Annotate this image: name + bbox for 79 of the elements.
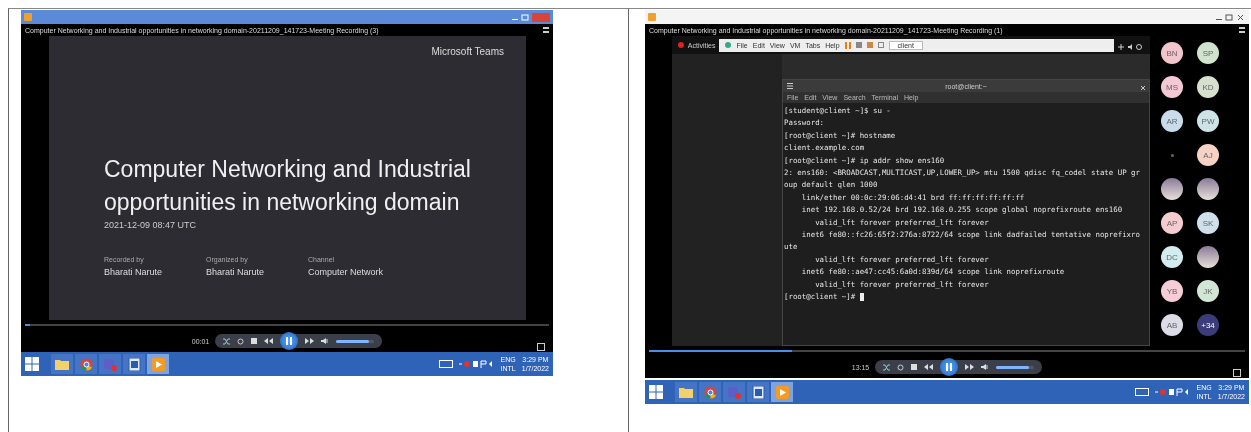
pause-icon	[286, 337, 293, 345]
play-icon	[151, 357, 165, 371]
previous-icon[interactable]	[264, 338, 274, 344]
meta-value: Bharati Narute	[206, 266, 266, 277]
folder-icon	[679, 386, 693, 398]
pause-button[interactable]	[940, 358, 959, 376]
photo-placeholder	[1197, 246, 1219, 268]
tray-icons	[458, 360, 495, 368]
volume-slider[interactable]	[336, 339, 375, 343]
taskbar-app-button[interactable]	[675, 382, 697, 402]
taskbar-app-button[interactable]	[147, 354, 169, 374]
playlist-icon	[1239, 27, 1245, 33]
close-icon[interactable]	[1141, 86, 1145, 90]
participant-avatar: AR	[1161, 110, 1183, 132]
keyboard-icon	[438, 360, 453, 368]
previous-icon[interactable]	[924, 364, 934, 370]
next-icon[interactable]	[305, 338, 315, 344]
fullscreen-icon[interactable]	[537, 343, 545, 351]
volume-slider[interactable]	[996, 365, 1035, 369]
text-cursor	[859, 293, 864, 302]
playlist-icon	[543, 27, 549, 33]
taskbar-app-button[interactable]	[771, 382, 793, 402]
system-icons	[1118, 44, 1144, 50]
app-icon	[648, 13, 656, 21]
participant-avatar: JK	[1197, 280, 1219, 302]
slide-date: 2021-12-09 08:47 UTC	[104, 219, 198, 230]
repeat-icon[interactable]	[237, 337, 245, 345]
taskbar-app-button[interactable]	[75, 354, 97, 374]
pause-button[interactable]	[280, 332, 299, 350]
chat-app-icon	[103, 357, 117, 371]
shuffle-icon[interactable]	[223, 337, 231, 345]
repeat-icon[interactable]	[897, 363, 905, 371]
speaker-icon[interactable]	[981, 364, 990, 370]
participant-avatar: AJ	[1197, 144, 1219, 166]
meta-value: Computer Network	[308, 266, 385, 277]
taskbar-app-button[interactable]	[747, 382, 769, 402]
app-icon	[24, 13, 32, 21]
folder-icon	[55, 358, 69, 370]
participant-avatar: MS	[1161, 76, 1183, 98]
slide-brand: Microsoft Teams	[431, 46, 504, 57]
taskbar-app-button[interactable]	[699, 382, 721, 402]
participant-avatar: PW	[1197, 110, 1219, 132]
stop-icon[interactable]	[911, 364, 918, 370]
tray-icons	[1154, 388, 1191, 396]
participant-avatar: AP	[1161, 212, 1183, 234]
participant-avatar: SP	[1197, 42, 1219, 64]
participant-avatar: SK	[1197, 212, 1219, 234]
photo-placeholder	[1197, 178, 1219, 200]
participant-avatar: DC	[1161, 246, 1183, 268]
speaker-icon[interactable]	[321, 338, 330, 344]
document-icon	[751, 385, 765, 399]
screen-icon[interactable]	[877, 42, 884, 48]
photo-placeholder	[1161, 178, 1183, 200]
taskbar-app-button[interactable]	[51, 354, 73, 374]
browser-icon	[703, 385, 717, 399]
participant-avatar: +34	[1197, 314, 1219, 336]
next-icon[interactable]	[965, 364, 975, 370]
fullscreen-icon[interactable]	[1233, 369, 1241, 377]
keyboard-icon	[1134, 388, 1149, 396]
window-controls-icon	[1216, 12, 1246, 22]
stop-icon[interactable]	[251, 338, 258, 344]
taskbar-app-button[interactable]	[123, 354, 145, 374]
play-icon	[775, 385, 789, 399]
participant-avatar: AB	[1161, 314, 1183, 336]
meta-value: Bharati Narute	[104, 266, 164, 277]
shuffle-icon[interactable]	[883, 363, 891, 371]
pause-icon	[946, 363, 953, 371]
menu-icon[interactable]	[787, 83, 793, 89]
slide-title: Computer Networking and Industrial opportunities in networking domain	[104, 155, 472, 218]
dot-icon	[1170, 154, 1174, 157]
participant-avatar: YB	[1161, 280, 1183, 302]
app-icon	[678, 42, 684, 48]
browser-icon	[79, 357, 93, 371]
chat-app-icon	[727, 385, 741, 399]
window-controls-icon	[512, 12, 550, 22]
document-icon	[127, 357, 141, 371]
participant-avatar: BN	[1161, 42, 1183, 64]
participant-avatar: KD	[1197, 76, 1219, 98]
browser-icon	[725, 42, 732, 48]
